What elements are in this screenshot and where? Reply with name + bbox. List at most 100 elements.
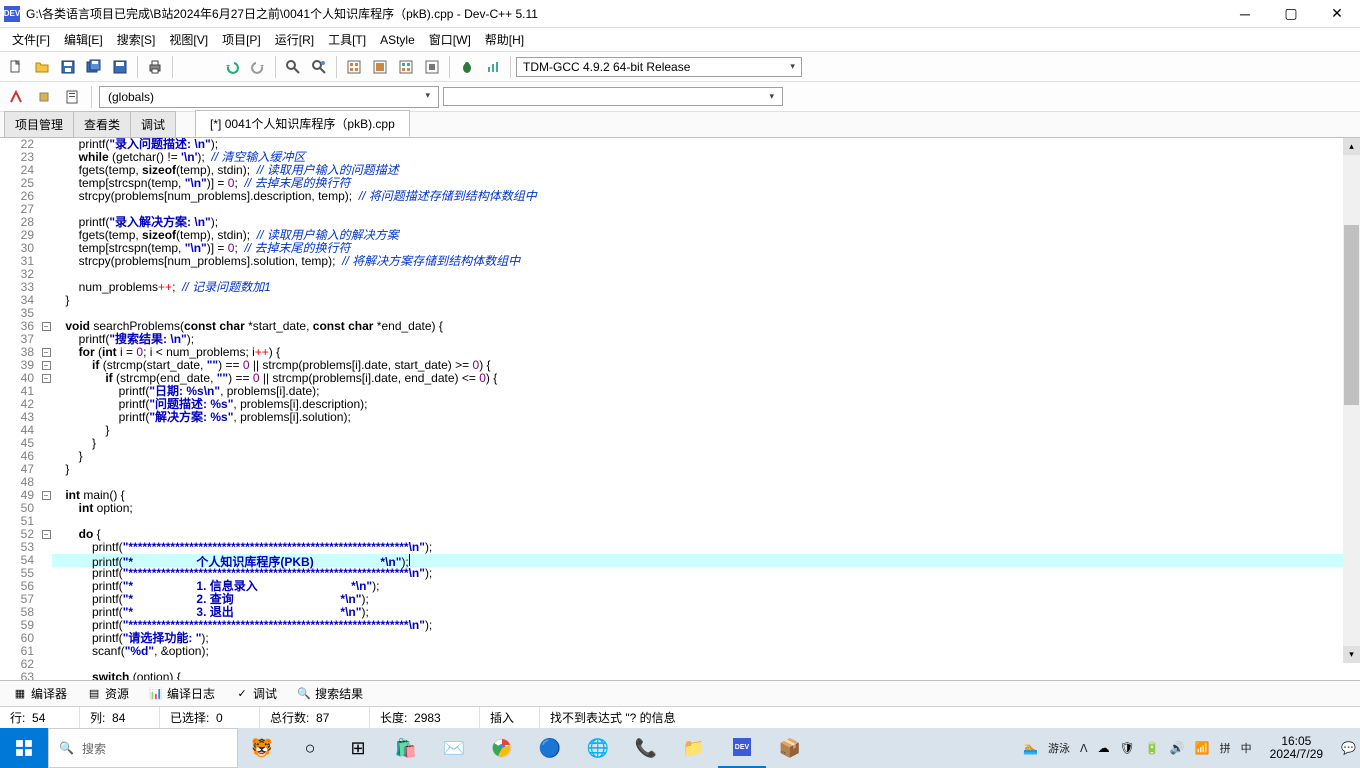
save-all-icon[interactable] xyxy=(82,55,106,79)
cortana-icon[interactable]: ○ xyxy=(286,728,334,768)
task-explorer-icon[interactable]: 📁 xyxy=(670,728,718,768)
scroll-thumb[interactable] xyxy=(1344,225,1359,405)
menu-视图[V][interactable]: 视图[V] xyxy=(163,29,214,50)
debug-icon[interactable] xyxy=(455,55,479,79)
undo-icon[interactable] xyxy=(220,55,244,79)
side-tab-2[interactable]: 调试 xyxy=(130,111,176,137)
code-line-34[interactable]: } xyxy=(52,294,1360,307)
menu-窗口[W][interactable]: 窗口[W] xyxy=(423,29,477,50)
bottom-tab-4[interactable]: 🔍搜索结果 xyxy=(288,681,372,706)
close-button[interactable]: ✕ xyxy=(1314,0,1360,27)
menu-项目[P][interactable]: 项目[P] xyxy=(216,29,267,50)
fold-toggle[interactable]: − xyxy=(42,530,51,539)
notifications-icon[interactable]: 💬 xyxy=(1341,741,1356,755)
taskbar-clock[interactable]: 16:05 2024/7/29 xyxy=(1262,735,1331,761)
redo-icon[interactable] xyxy=(246,55,270,79)
fold-toggle[interactable]: − xyxy=(42,374,51,383)
tray-security-icon[interactable]: 🛡 xyxy=(1120,741,1135,755)
code-line-53[interactable]: printf("********************************… xyxy=(52,541,1360,554)
start-button[interactable] xyxy=(0,728,48,768)
tray-onedrive-icon[interactable]: ☁ xyxy=(1098,741,1110,755)
task-edge-icon[interactable]: 🌐 xyxy=(574,728,622,768)
scroll-down-icon[interactable]: ▾ xyxy=(1343,646,1360,663)
task-store-icon[interactable]: 🛍️ xyxy=(382,728,430,768)
code-line-45[interactable]: } xyxy=(52,437,1360,450)
tray-volume-icon[interactable]: 🔊 xyxy=(1170,741,1185,755)
bottom-tab-0[interactable]: ▦编译器 xyxy=(4,681,76,706)
fold-toggle[interactable]: − xyxy=(42,348,51,357)
task-chrome-icon[interactable] xyxy=(478,728,526,768)
goto-func-icon[interactable] xyxy=(4,85,28,109)
code-line-46[interactable]: } xyxy=(52,450,1360,463)
minimize-button[interactable]: ─ xyxy=(1222,0,1268,27)
code-line-48[interactable] xyxy=(52,476,1360,489)
task-app-icon[interactable]: 📦 xyxy=(766,728,814,768)
code-line-33[interactable]: num_problems++; // 记录问题数加1 xyxy=(52,281,1360,294)
code-line-51[interactable] xyxy=(52,515,1360,528)
maximize-button[interactable]: ▢ xyxy=(1268,0,1314,27)
vertical-scrollbar[interactable]: ▴ ▾ xyxy=(1343,138,1360,663)
menu-编辑[E][interactable]: 编辑[E] xyxy=(58,29,109,50)
profile-icon[interactable] xyxy=(481,55,505,79)
menu-搜索[S][interactable]: 搜索[S] xyxy=(111,29,162,50)
tray-wifi-icon[interactable]: 📶 xyxy=(1195,741,1210,755)
compile-icon[interactable] xyxy=(342,55,366,79)
scroll-up-icon[interactable]: ▴ xyxy=(1343,138,1360,155)
task-devcpp-icon[interactable]: DEV xyxy=(718,728,766,768)
taskbar-search[interactable]: 🔍 搜索 xyxy=(48,728,238,768)
new-file-icon[interactable] xyxy=(4,55,28,79)
menu-运行[R][interactable]: 运行[R] xyxy=(269,29,320,50)
task-tiger-icon[interactable]: 🐯 xyxy=(238,728,286,768)
code-line-60[interactable]: printf("请选择功能: "); xyxy=(52,632,1360,645)
menu-工具[T][interactable]: 工具[T] xyxy=(322,29,372,50)
bottom-tab-2[interactable]: 📊编译日志 xyxy=(140,681,224,706)
side-tab-0[interactable]: 项目管理 xyxy=(4,111,74,137)
weather-icon[interactable]: 🏊 xyxy=(1023,741,1038,755)
code-line-62[interactable] xyxy=(52,658,1360,671)
scope-selector[interactable]: (globals) ▾ xyxy=(99,86,439,108)
rebuild-icon[interactable] xyxy=(420,55,444,79)
bottom-tab-3[interactable]: ✓调试 xyxy=(226,681,286,706)
code-line-59[interactable]: printf("********************************… xyxy=(52,619,1360,632)
menu-AStyle[interactable]: AStyle xyxy=(374,31,421,49)
task-view-icon[interactable]: ⊞ xyxy=(334,728,382,768)
code-line-44[interactable]: } xyxy=(52,424,1360,437)
open-file-icon[interactable] xyxy=(30,55,54,79)
bookmark-icon[interactable] xyxy=(60,85,84,109)
fold-toggle[interactable]: − xyxy=(42,322,51,331)
task-blue-icon[interactable]: 🔵 xyxy=(526,728,574,768)
tray-ime-mode[interactable]: 中 xyxy=(1241,740,1252,756)
code-editor[interactable]: printf("录入问题描述: \n"); while (getchar() !… xyxy=(52,138,1360,680)
menu-文件[F][interactable]: 文件[F] xyxy=(6,29,56,50)
insert-icon[interactable] xyxy=(32,85,56,109)
code-line-50[interactable]: int option; xyxy=(52,502,1360,515)
compile-run-icon[interactable] xyxy=(394,55,418,79)
fold-toggle[interactable]: − xyxy=(42,491,51,500)
code-line-61[interactable]: scanf("%d", &option); xyxy=(52,645,1360,658)
tray-battery-icon[interactable]: 🔋 xyxy=(1145,741,1160,755)
compiler-selector[interactable]: TDM-GCC 4.9.2 64-bit Release ▾ xyxy=(516,57,802,77)
bottom-tab-1[interactable]: ▤资源 xyxy=(78,681,138,706)
member-selector[interactable]: ▾ xyxy=(443,87,783,106)
tray-ime-indicator[interactable]: 拼 xyxy=(1220,740,1231,756)
side-tab-1[interactable]: 查看类 xyxy=(73,111,131,137)
code-line-36[interactable]: void searchProblems(const char *start_da… xyxy=(52,320,1360,333)
fold-toggle[interactable]: − xyxy=(42,361,51,370)
code-line-31[interactable]: strcpy(problems[num_problems].solution, … xyxy=(52,255,1360,268)
save-as-icon[interactable] xyxy=(108,55,132,79)
code-line-43[interactable]: printf("解决方案: %s", problems[i].solution)… xyxy=(52,411,1360,424)
code-line-27[interactable] xyxy=(52,203,1360,216)
menu-帮助[H][interactable]: 帮助[H] xyxy=(479,29,530,50)
task-mail-icon[interactable]: ✉️ xyxy=(430,728,478,768)
code-line-26[interactable]: strcpy(problems[num_problems].descriptio… xyxy=(52,190,1360,203)
code-line-47[interactable]: } xyxy=(52,463,1360,476)
code-line-63[interactable]: switch (option) { xyxy=(52,671,1360,680)
print-icon[interactable] xyxy=(143,55,167,79)
tray-expand-icon[interactable]: ᐱ xyxy=(1080,742,1088,755)
task-meet-icon[interactable]: 📞 xyxy=(622,728,670,768)
find-icon[interactable] xyxy=(281,55,305,79)
code-line-49[interactable]: int main() { xyxy=(52,489,1360,502)
run-icon[interactable] xyxy=(368,55,392,79)
save-icon[interactable] xyxy=(56,55,80,79)
replace-icon[interactable] xyxy=(307,55,331,79)
